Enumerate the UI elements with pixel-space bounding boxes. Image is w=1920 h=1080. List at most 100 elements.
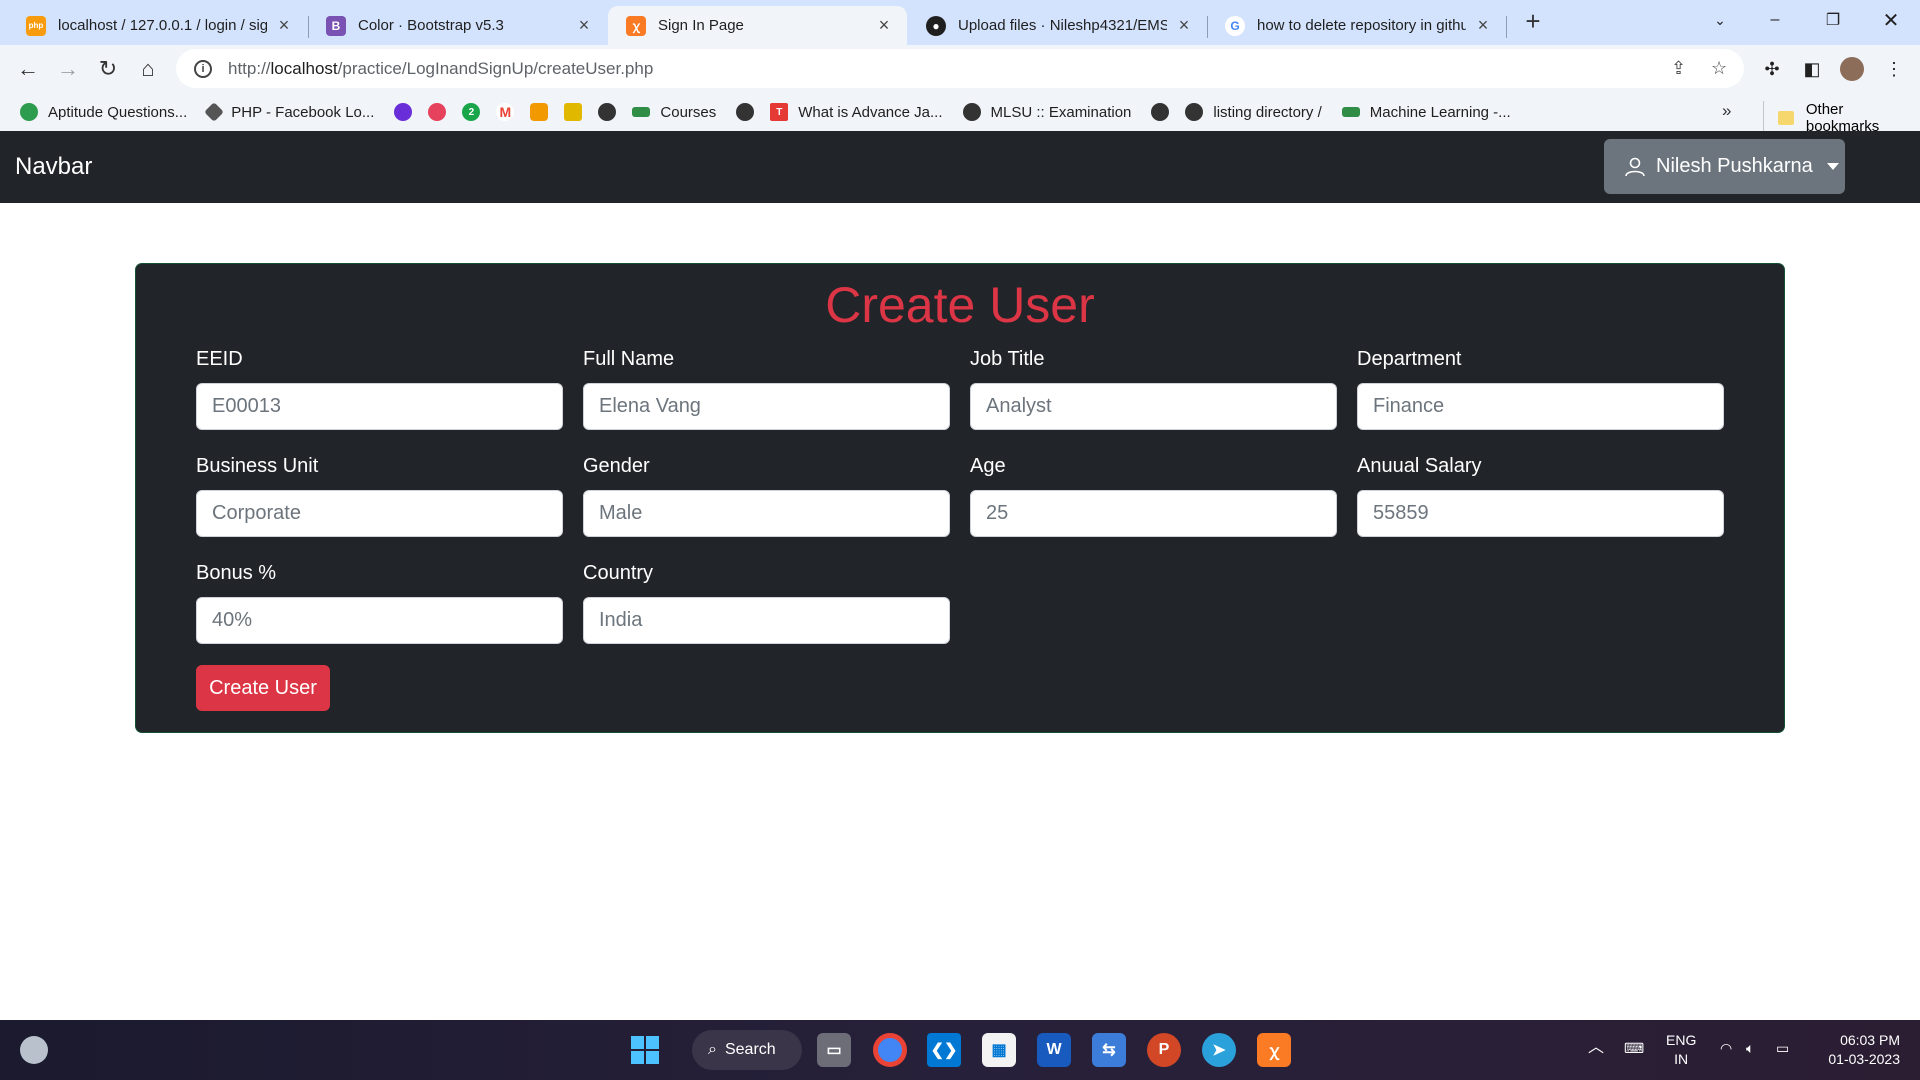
- home-icon[interactable]: ⌂: [132, 53, 164, 85]
- geeksforgeeks-icon: [632, 107, 651, 117]
- close-tab-icon[interactable]: ×: [1175, 15, 1193, 36]
- department-input[interactable]: [1357, 383, 1724, 430]
- create-user-button[interactable]: Create User: [196, 665, 330, 711]
- country-input[interactable]: [583, 597, 950, 644]
- volume-icon[interactable]: 🔈︎: [1746, 1039, 1754, 1058]
- back-icon[interactable]: ←: [12, 53, 44, 85]
- browser-tab[interactable]: ● Upload files · Nileshp4321/EMSys ×: [908, 6, 1207, 45]
- word-icon[interactable]: W: [1037, 1033, 1071, 1067]
- browser-tab[interactable]: B Color · Bootstrap v5.3 ×: [308, 6, 607, 45]
- minimize-button[interactable]: –: [1750, 0, 1800, 40]
- bookmark-icon: T: [770, 103, 789, 121]
- side-panel-icon[interactable]: ◧: [1798, 55, 1826, 83]
- bookmark-item[interactable]: [530, 103, 558, 121]
- bookmark-item[interactable]: 2: [462, 103, 490, 121]
- vscode-icon[interactable]: ❮❯: [927, 1033, 961, 1067]
- bookmark-item[interactable]: MLSU :: Examination: [962, 103, 1131, 121]
- bookmark-icon: [20, 103, 38, 121]
- remote-desktop-icon[interactable]: ⇆: [1092, 1033, 1126, 1067]
- profile-avatar[interactable]: [1838, 55, 1866, 83]
- share-icon[interactable]: ⇪: [1671, 58, 1686, 79]
- bookmark-item[interactable]: M: [496, 103, 524, 121]
- taskbar-search[interactable]: ⌕ Search: [692, 1030, 802, 1070]
- field-label: Bonus %: [196, 562, 277, 584]
- bookmark-item[interactable]: [736, 103, 764, 121]
- new-tab-button[interactable]: +: [1518, 6, 1548, 36]
- bookmark-item[interactable]: PHP - Facebook Lo...: [204, 102, 374, 122]
- more-bookmarks-button[interactable]: »: [1722, 101, 1731, 121]
- form-title: Create User: [825, 277, 1095, 333]
- search-icon: ⌕: [708, 1041, 717, 1058]
- bookmark-item[interactable]: T What is Advance Ja...: [770, 103, 943, 121]
- bookmark-item[interactable]: [564, 103, 592, 121]
- navbar-brand[interactable]: Navbar: [15, 153, 92, 181]
- browser-tab[interactable]: G how to delete repository in github ×: [1207, 6, 1506, 45]
- bonus-input[interactable]: [196, 597, 563, 644]
- extensions-icon[interactable]: ✣: [1758, 55, 1786, 83]
- language-indicator[interactable]: ENG IN: [1666, 1031, 1696, 1069]
- site-info-icon[interactable]: i: [194, 59, 212, 78]
- close-window-button[interactable]: ✕: [1866, 0, 1916, 40]
- tab-search-chevron-icon[interactable]: ⌄: [1695, 0, 1745, 40]
- bookmark-icon: [530, 103, 549, 121]
- tab-title: Sign In Page: [658, 17, 744, 34]
- full-name-field: Full Name: [583, 348, 950, 430]
- browser-menu-icon[interactable]: ⋮: [1880, 55, 1908, 83]
- xampp-icon[interactable]: ꭓ: [1257, 1033, 1291, 1067]
- annual-salary-field: Anuual Salary: [1357, 455, 1724, 537]
- close-tab-icon[interactable]: ×: [875, 15, 893, 36]
- close-tab-icon[interactable]: ×: [1474, 15, 1492, 36]
- globe-icon: [1185, 103, 1204, 121]
- restore-button[interactable]: ❐: [1808, 0, 1858, 40]
- other-bookmarks-button[interactable]: Other bookmarks: [1763, 101, 1920, 135]
- eeid-input[interactable]: [196, 383, 563, 430]
- bookmark-item[interactable]: [1151, 103, 1179, 121]
- browser-tab[interactable]: php localhost / 127.0.0.1 / login / sign…: [8, 6, 307, 45]
- field-label: Gender: [583, 455, 650, 477]
- bookmark-item[interactable]: Courses: [632, 104, 716, 121]
- chrome-icon[interactable]: [873, 1033, 907, 1067]
- show-hidden-icons-chevron-icon[interactable]: ︿: [1588, 1038, 1604, 1057]
- bookmark-item[interactable]: [394, 103, 422, 121]
- geeksforgeeks-icon: [1341, 107, 1360, 117]
- clock[interactable]: 06:03 PM 01-03-2023: [1814, 1031, 1900, 1069]
- site-navbar: Navbar Nilesh Pushkarna: [0, 131, 1920, 203]
- job-title-input[interactable]: [970, 383, 1337, 430]
- bookmark-icon: 2: [462, 103, 481, 121]
- globe-icon: [962, 103, 981, 121]
- business-unit-input[interactable]: [196, 490, 563, 537]
- bookmark-item[interactable]: Aptitude Questions...: [20, 103, 187, 121]
- bookmark-item[interactable]: listing directory /: [1185, 103, 1322, 121]
- user-menu-dropdown[interactable]: Nilesh Pushkarna: [1604, 139, 1845, 194]
- field-label: EEID: [196, 348, 243, 370]
- annual-salary-input[interactable]: [1357, 490, 1724, 537]
- tab-title: Upload files · Nileshp4321/EMSys: [958, 17, 1167, 34]
- forward-icon[interactable]: →: [52, 53, 84, 85]
- weather-icon[interactable]: [20, 1036, 48, 1064]
- age-input[interactable]: [970, 490, 1337, 537]
- bookmark-item[interactable]: [428, 103, 456, 121]
- region-label: IN: [1674, 1051, 1689, 1067]
- powerpoint-icon[interactable]: P: [1147, 1033, 1181, 1067]
- task-view-icon[interactable]: ▭: [817, 1033, 851, 1067]
- field-label: Anuual Salary: [1357, 455, 1482, 477]
- bookmark-item[interactable]: Machine Learning -...: [1341, 104, 1511, 121]
- keyboard-icon[interactable]: ⌨: [1624, 1039, 1644, 1058]
- battery-icon[interactable]: ▭: [1776, 1039, 1789, 1058]
- close-tab-icon[interactable]: ×: [575, 15, 593, 36]
- gender-input[interactable]: [583, 490, 950, 537]
- bookmark-item[interactable]: [598, 103, 626, 121]
- close-tab-icon[interactable]: ×: [275, 15, 293, 36]
- age-field: Age: [970, 455, 1337, 537]
- full-name-input[interactable]: [583, 383, 950, 430]
- store-icon[interactable]: ▦: [982, 1033, 1016, 1067]
- telegram-icon[interactable]: ➤: [1202, 1033, 1236, 1067]
- wifi-icon[interactable]: ◠: [1720, 1039, 1732, 1058]
- browser-tab-active[interactable]: ꭓ Sign In Page ×: [608, 6, 907, 45]
- folder-icon: [1778, 111, 1794, 125]
- bookmark-star-icon[interactable]: ☆: [1711, 58, 1727, 79]
- address-bar[interactable]: i http://localhost/practice/LogInandSign…: [176, 49, 1744, 88]
- tab-title: how to delete repository in github: [1257, 17, 1466, 34]
- reload-icon[interactable]: ↻: [92, 53, 124, 85]
- windows-start-icon[interactable]: [628, 1033, 662, 1067]
